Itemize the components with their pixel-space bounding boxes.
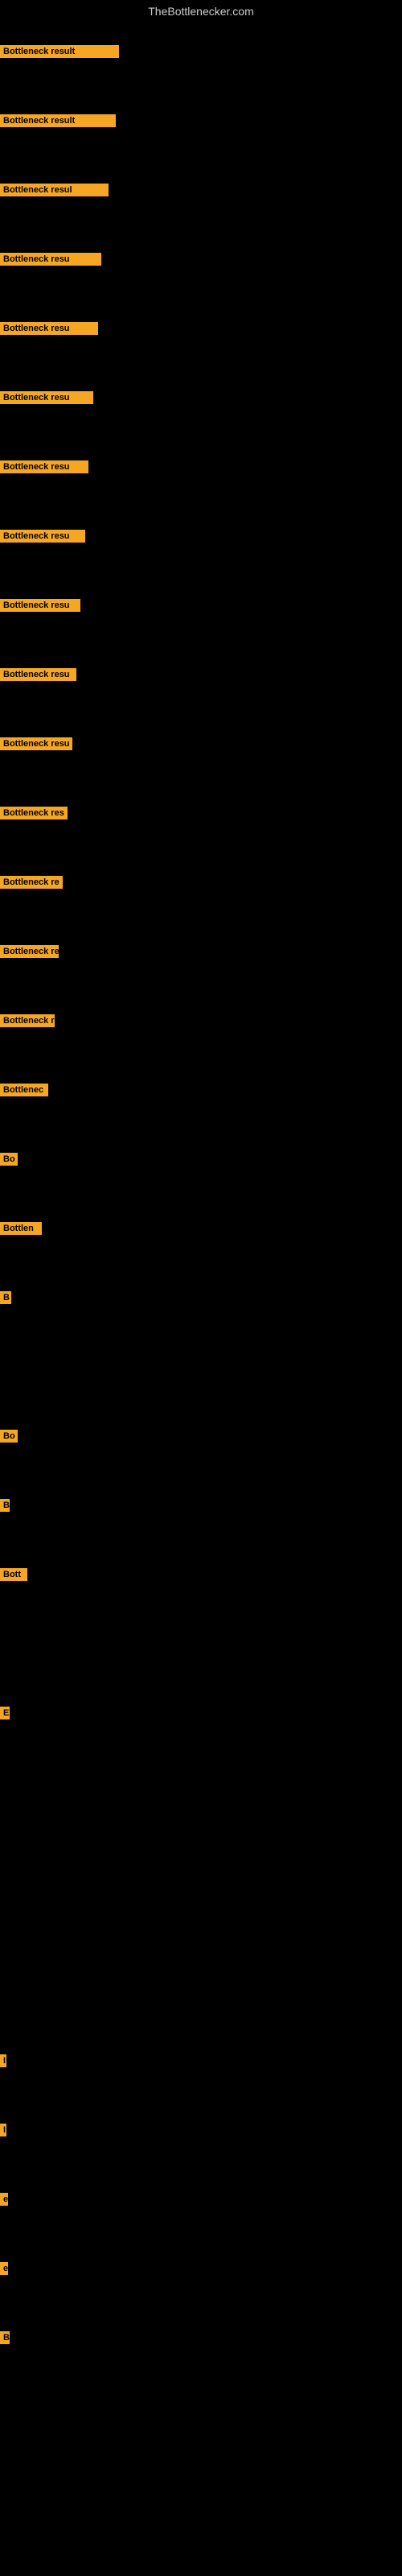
bar-row: Bottleneck resu [0, 530, 85, 543]
bar-row: Bottlen [0, 1222, 42, 1235]
bar-label: e [0, 2193, 8, 2206]
bar-row: Bottleneck resu [0, 668, 76, 681]
bar-row: Bottleneck result [0, 114, 116, 127]
bar-label: Bottleneck re [0, 1014, 55, 1027]
bar-row: B [0, 2331, 10, 2344]
bar-label: Bottleneck res [0, 807, 68, 819]
bar-row: Bottleneck result [0, 45, 119, 58]
bar-label: Bottleneck result [0, 45, 119, 58]
bar-row: Bottleneck re [0, 945, 59, 958]
bar-label: B [0, 1291, 11, 1304]
bar-label: Bottleneck re [0, 876, 63, 889]
bar-label: I [0, 2054, 6, 2067]
bar-label: Bottleneck resu [0, 530, 85, 543]
bar-row: e [0, 2262, 8, 2275]
bar-label: B [0, 1499, 10, 1512]
bar-label: Bottleneck result [0, 114, 116, 127]
bar-row: Bottleneck re [0, 1014, 55, 1027]
bar-label: Bottlenec [0, 1084, 48, 1096]
bar-label: Bottleneck resu [0, 460, 88, 473]
bar-row: Bottleneck resu [0, 391, 93, 404]
bar-row: Bottleneck resu [0, 737, 72, 750]
bar-row: Bottleneck re [0, 876, 63, 889]
bar-row: B [0, 1291, 11, 1304]
bar-row: Bottleneck resu [0, 460, 88, 473]
bar-label: Bottleneck resul [0, 184, 109, 196]
bar-label: e [0, 2262, 8, 2275]
bar-label: Bottleneck re [0, 945, 59, 958]
bar-row: I [0, 2054, 6, 2067]
bar-row: I [0, 2124, 6, 2136]
bar-label: I [0, 2124, 6, 2136]
bar-label: Bottlen [0, 1222, 42, 1235]
bar-row: Bottleneck resul [0, 184, 109, 196]
bar-row: Bottleneck res [0, 807, 68, 819]
bar-row: Bottleneck resu [0, 322, 98, 335]
bar-label: Bottleneck resu [0, 599, 80, 612]
bar-label: Bottleneck resu [0, 391, 93, 404]
bar-label: Bo [0, 1430, 18, 1443]
bar-row: Bottlenec [0, 1084, 48, 1096]
bar-label: E [0, 1707, 10, 1719]
bar-label: Bottleneck resu [0, 322, 98, 335]
bar-row: E [0, 1707, 10, 1719]
bar-label: Bottleneck resu [0, 253, 101, 266]
bar-row: Bott [0, 1568, 27, 1581]
bar-row: Bottleneck resu [0, 253, 101, 266]
bar-label: Bott [0, 1568, 27, 1581]
bar-row: Bo [0, 1153, 18, 1166]
bar-row: Bo [0, 1430, 18, 1443]
bar-label: Bottleneck resu [0, 668, 76, 681]
bar-label: Bo [0, 1153, 18, 1166]
bar-row: Bottleneck resu [0, 599, 80, 612]
bar-row: e [0, 2193, 8, 2206]
bar-label: Bottleneck resu [0, 737, 72, 750]
bar-label: B [0, 2331, 10, 2344]
bar-row: B [0, 1499, 10, 1512]
site-title: TheBottlenecker.com [0, 0, 402, 23]
